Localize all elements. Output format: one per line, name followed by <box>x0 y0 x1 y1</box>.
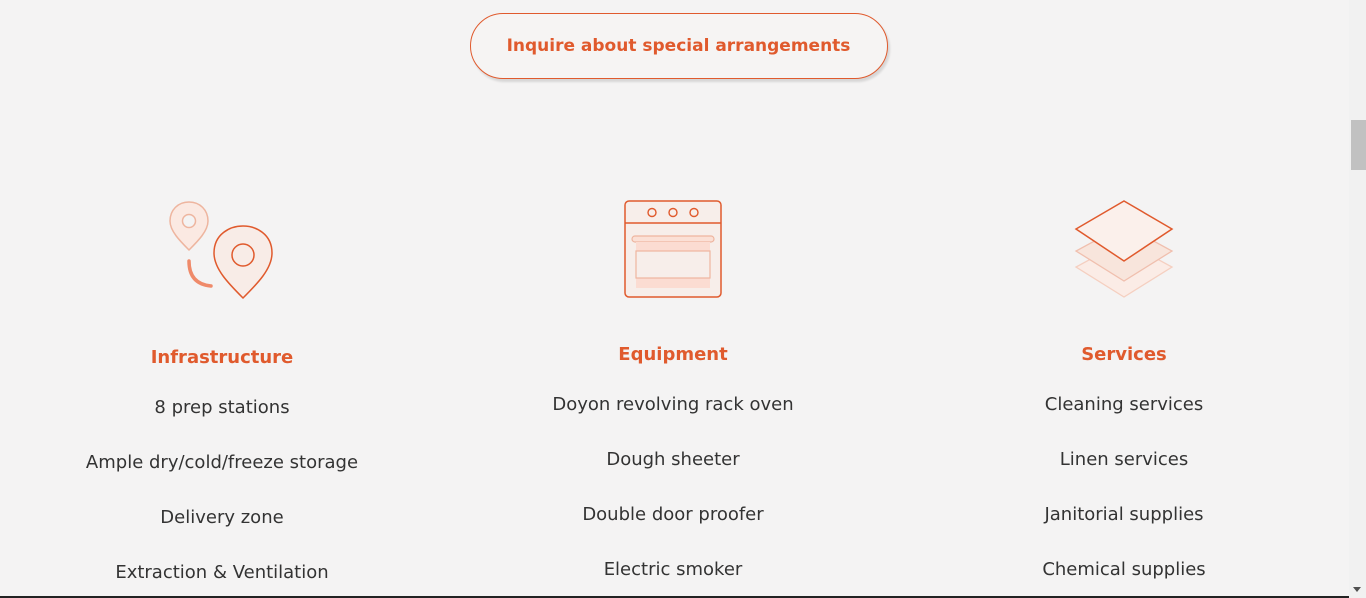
column-title: Equipment <box>618 344 728 365</box>
list-item: Dough sheeter <box>606 449 740 470</box>
list-item: Janitorial supplies <box>1044 504 1204 525</box>
list-item: 8 prep stations <box>154 397 290 418</box>
infrastructure-column: Infrastructure 8 prep stations Ample dry… <box>12 198 432 585</box>
page: Inquire about special arrangements Infra… <box>0 0 1349 598</box>
feature-list: 8 prep stations Ample dry/cold/freeze st… <box>12 396 432 585</box>
location-pins-icon <box>12 198 432 304</box>
equipment-column: Equipment Doyon revolving rack oven Doug… <box>463 195 883 582</box>
list-item: Double door proofer <box>582 504 764 525</box>
list-item: Extraction & Ventilation <box>115 562 329 583</box>
inquire-button[interactable]: Inquire about special arrangements <box>469 13 888 79</box>
feature-list: Cleaning services Linen services Janitor… <box>914 393 1334 582</box>
column-title: Infrastructure <box>150 347 294 368</box>
vertical-scrollbar[interactable] <box>1349 0 1366 598</box>
list-item: Cleaning services <box>1044 394 1204 415</box>
cta-container: Inquire about special arrangements <box>0 13 1349 79</box>
list-item: Delivery zone <box>160 507 284 528</box>
list-item: Doyon revolving rack oven <box>552 394 794 415</box>
list-item: Linen services <box>1059 449 1189 470</box>
column-title: Services <box>1081 344 1167 365</box>
services-column: Services Cleaning services Linen service… <box>914 195 1334 582</box>
feature-list: Doyon revolving rack oven Dough sheeter … <box>463 393 883 582</box>
list-item: Electric smoker <box>603 559 743 580</box>
layers-icon <box>914 195 1334 301</box>
scroll-down-arrow-icon[interactable] <box>1353 587 1361 592</box>
list-item: Chemical supplies <box>1042 559 1206 580</box>
list-item: Ample dry/cold/freeze storage <box>85 452 359 473</box>
oven-icon <box>463 195 883 301</box>
scrollbar-thumb[interactable] <box>1351 120 1366 170</box>
